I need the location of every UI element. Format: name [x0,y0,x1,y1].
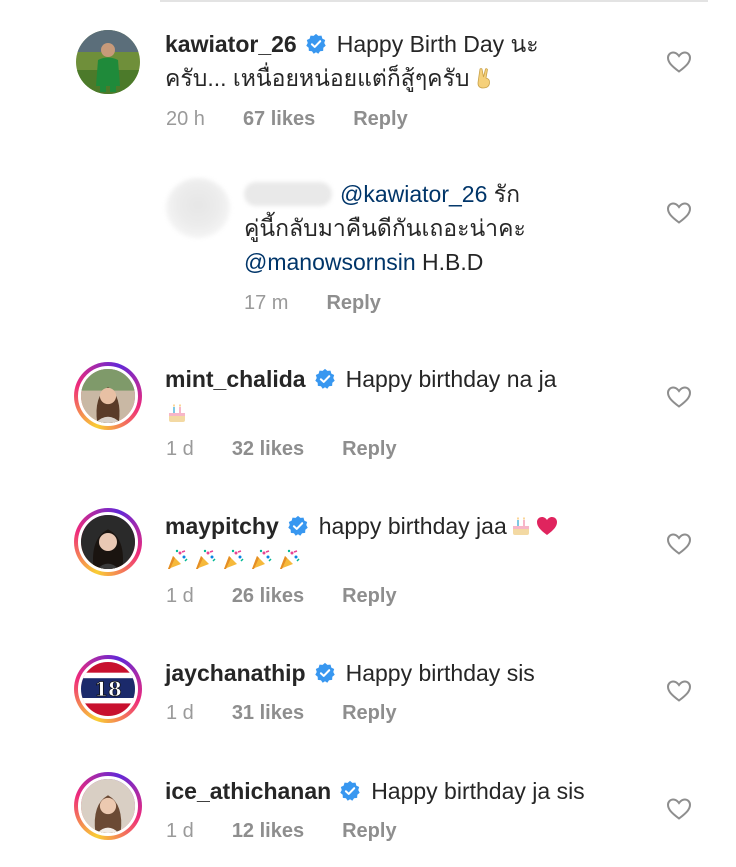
party-popper-emoji-icon [277,548,301,572]
likes-count[interactable]: 31 likes [232,700,304,726]
likes-count[interactable]: 67 likes [243,106,315,132]
comment-body-line1: happy birthday jaa [318,513,507,539]
timestamp: 1 d [166,438,194,460]
reply-button[interactable]: Reply [342,818,396,844]
like-heart-icon[interactable] [666,679,692,703]
reply-button[interactable]: Reply [342,583,396,609]
verified-badge-icon [305,33,327,55]
like-heart-icon[interactable] [666,385,692,409]
avatar-photo [81,515,135,569]
avatar-jersey-number: 18 [94,677,122,701]
verified-badge-icon [314,662,336,684]
birthday-cake-emoji-icon [509,514,533,538]
timestamp: 1 d [166,585,194,607]
avatar-story-ring[interactable] [74,362,142,430]
likes-count[interactable]: 32 likes [232,436,304,462]
party-popper-emoji-icon [221,548,245,572]
comment-meta: 20 h 67 likes Reply [166,106,408,132]
party-popper-emoji-icon [165,548,189,572]
timestamp: 1 d [166,702,194,724]
avatar-blurred[interactable] [166,178,230,238]
comment-text: mint_chalida Happy birthday na ja [165,362,557,430]
reply-button[interactable]: Reply [342,436,396,462]
victory-hand-emoji-icon [472,66,496,90]
comment-body-line1: Happy birthday sis [345,660,535,686]
like-heart-icon[interactable] [666,532,692,556]
avatar-story-ring[interactable] [74,772,142,840]
comment-body-line1: รัก [487,181,521,207]
reply-button[interactable]: Reply [342,700,396,726]
avatar[interactable] [76,30,140,94]
avatar-story-ring[interactable]: 18 [74,655,142,723]
avatar-story-ring[interactable] [74,508,142,576]
mention-link[interactable]: @kawiator_26 [340,181,487,207]
comment-body-line3: H.B.D [415,249,484,275]
timestamp: 1 d [166,820,194,842]
comment-text: kawiator_26 Happy Birth Day นะ ครับ... เห… [165,27,539,95]
username[interactable]: mint_chalida [165,366,306,392]
comment-text: maypitchy happy birthday jaa [165,509,559,577]
reply-button[interactable]: Reply [353,106,407,132]
timestamp: 17 m [244,292,289,314]
username[interactable]: maypitchy [165,513,279,539]
party-popper-emoji-icon [249,548,273,572]
party-popper-emoji-icon [193,548,217,572]
username-blurred[interactable] [244,182,332,206]
comment-text: ice_athichanan Happy birthday ja sis [165,774,585,808]
comment-meta: 1 d 31 likes Reply [166,700,397,726]
reply-button[interactable]: Reply [326,290,380,316]
comment-body-line2: ครับ... เหนื่อยหน่อยแต่ก็สู้ๆครับ [165,65,470,91]
verified-badge-icon [339,780,361,802]
verified-badge-icon [314,368,336,390]
comment-meta: 1 d 32 likes Reply [166,436,397,462]
likes-count[interactable]: 12 likes [232,818,304,844]
top-divider [160,0,708,2]
comment-body-line1: Happy birthday na ja [345,366,557,392]
red-heart-emoji-icon [535,514,559,538]
comment-body-line1: Happy birthday ja sis [371,778,585,804]
comment-meta: 1 d 12 likes Reply [166,818,397,844]
avatar-photo [81,369,135,423]
like-heart-icon[interactable] [666,797,692,821]
avatar-photo [81,779,135,833]
comment-body-line2: คู่นี้กลับมาคืนดีกันเถอะน่าคะ [244,215,526,241]
comment-meta: 1 d 26 likes Reply [166,583,397,609]
emoji-row [165,547,305,573]
mention-link[interactable]: @manowsornsin [244,249,416,275]
comment-meta: 17 m Reply [244,290,381,316]
avatar-photo-jersey: 18 [81,662,135,716]
like-heart-icon[interactable] [666,201,692,225]
comment-text: jaychanathip Happy birthday sis [165,656,535,690]
comment-text: @kawiator_26 รัก คู่นี้กลับมาคืนดีกันเถอ… [244,177,526,279]
username[interactable]: jaychanathip [165,660,306,686]
username[interactable]: ice_athichanan [165,778,331,804]
likes-count[interactable]: 26 likes [232,583,304,609]
verified-badge-icon [287,515,309,537]
timestamp: 20 h [166,108,205,130]
birthday-cake-emoji-icon [165,401,189,425]
username[interactable]: kawiator_26 [165,31,297,57]
comment-body-line1: Happy Birth Day นะ [336,31,539,57]
like-heart-icon[interactable] [666,50,692,74]
avatar-photo-footballer [76,30,140,94]
